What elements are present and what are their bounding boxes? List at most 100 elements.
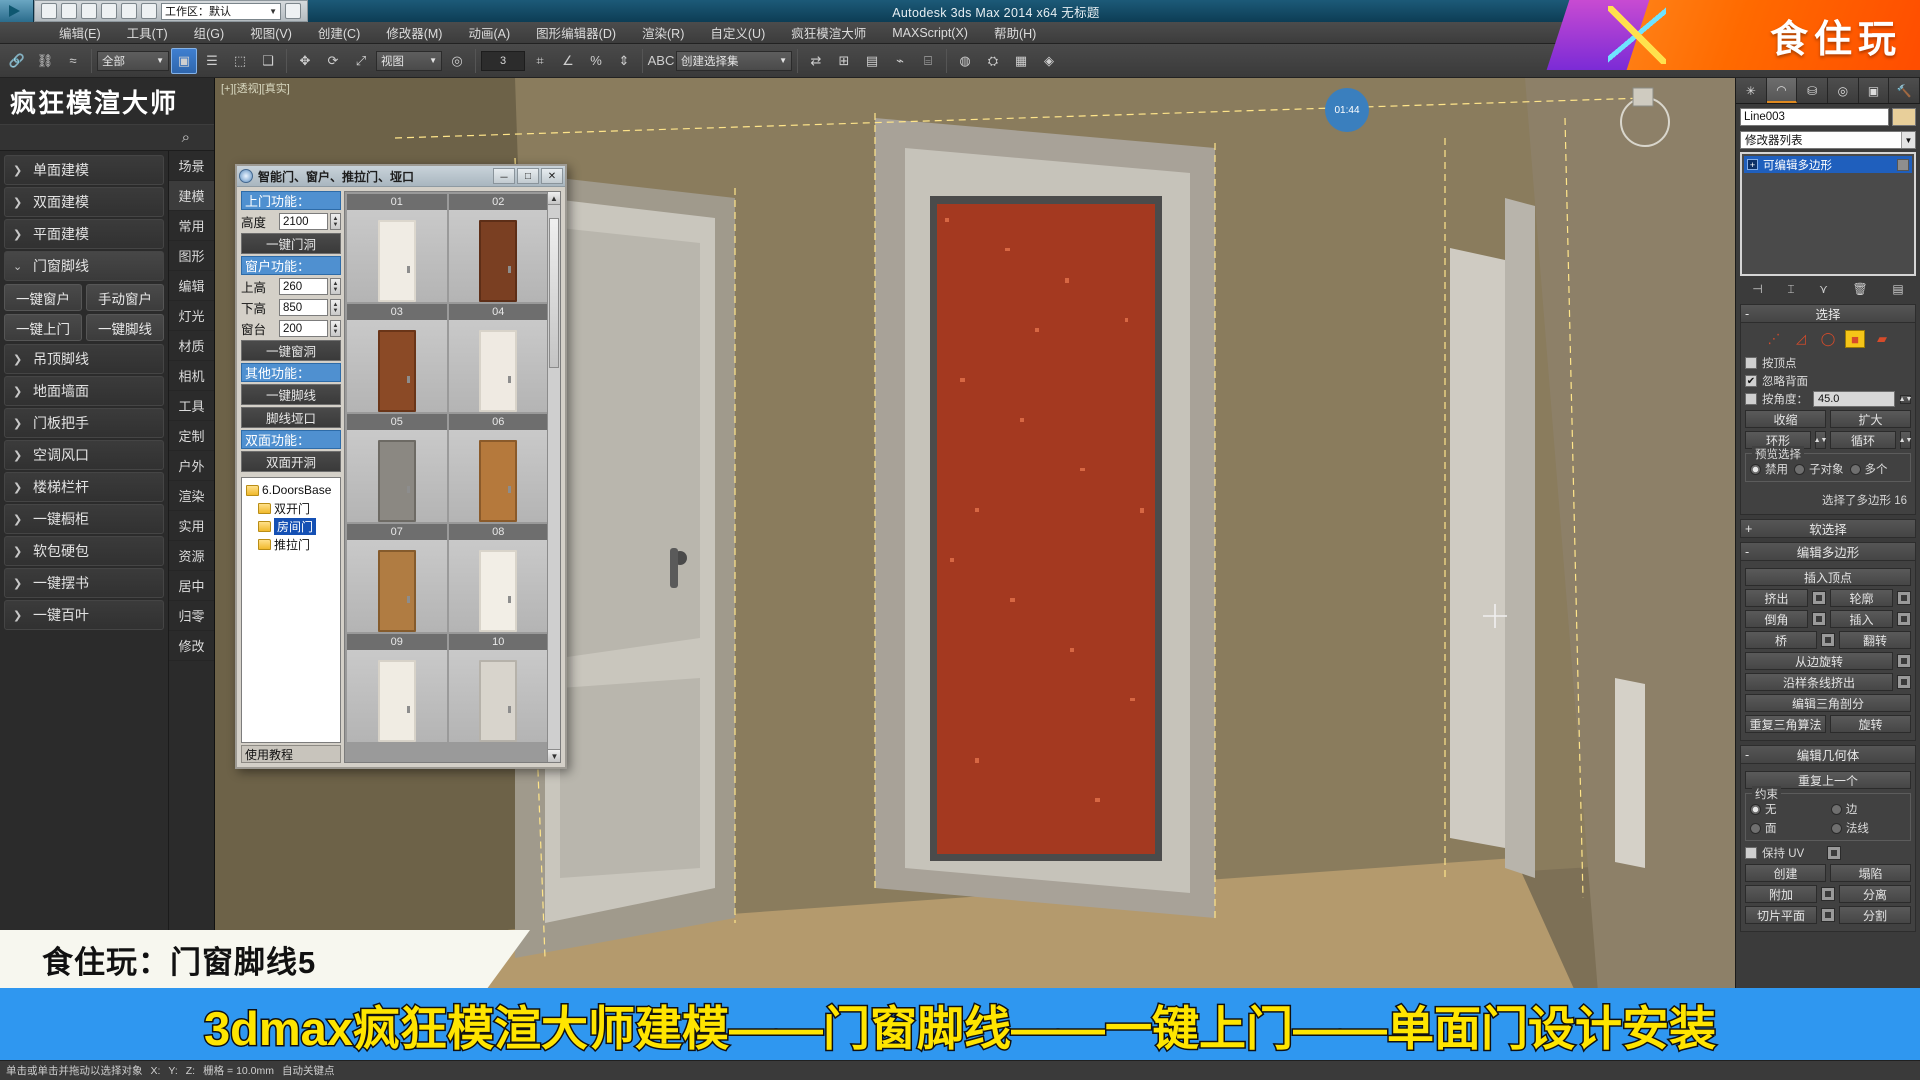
- door-category-tree[interactable]: 6.DoorsBase 双开门 房间门 推拉门: [241, 477, 341, 743]
- plugin-group-list[interactable]: ❯ 单面建模 ❯ 双面建模 ❯ 平面建模 ⌄ 门窗脚线 一键窗户 手动窗户 一键…: [0, 151, 168, 1063]
- split-button[interactable]: 分割: [1839, 906, 1911, 924]
- field-lower-height[interactable]: 下高 850 ▲ ▼: [241, 298, 341, 317]
- flip-button[interactable]: 翻转: [1839, 631, 1911, 649]
- spinner-icon[interactable]: ▲▼: [1899, 394, 1912, 404]
- open-file-icon[interactable]: [61, 3, 77, 19]
- button-one-click-door-hole[interactable]: 一键门洞: [241, 233, 341, 254]
- loop-spinner-icon[interactable]: ▲▼: [1899, 431, 1912, 449]
- insert-vertex-button[interactable]: 插入顶点: [1745, 568, 1911, 586]
- snap-toggle-icon[interactable]: ⌗: [527, 48, 553, 74]
- sidebar-category-tools[interactable]: 工具: [169, 391, 214, 421]
- checkbox-by-vertex[interactable]: 按顶点: [1745, 355, 1911, 371]
- menu-item-5[interactable]: 修改器(M): [373, 21, 455, 44]
- sidebar-group-double-face[interactable]: ❯ 双面建模: [4, 187, 164, 217]
- checkbox-box[interactable]: ✔: [1745, 375, 1757, 387]
- vertex-icon[interactable]: ⋰: [1764, 330, 1784, 348]
- checkbox-box[interactable]: [1745, 357, 1757, 369]
- make-unique-icon[interactable]: ⋎: [1819, 282, 1828, 296]
- create-tab[interactable]: ✳: [1736, 78, 1767, 103]
- menu-item-2[interactable]: 组(G): [181, 21, 238, 44]
- link-icon[interactable]: 🔗: [4, 48, 30, 74]
- save-file-icon[interactable]: [81, 3, 97, 19]
- edit-triangulation-button[interactable]: 编辑三角剖分: [1745, 694, 1911, 712]
- field-sill-height[interactable]: 窗台 200 ▲ ▼: [241, 319, 341, 338]
- spinner-icon[interactable]: ▲▼: [330, 213, 341, 230]
- sidebar-category-camera[interactable]: 相机: [169, 361, 214, 391]
- sidebar-category-modeling[interactable]: 建模: [169, 181, 214, 211]
- rollout-header-soft-selection[interactable]: + 软选择: [1740, 519, 1916, 538]
- menu-item-8[interactable]: 渲染(R): [629, 21, 697, 44]
- checkbox-preserve-uv[interactable]: 保持 UV: [1745, 845, 1911, 861]
- rollout-header-edit-geometry[interactable]: - 编辑几何体: [1740, 745, 1916, 764]
- radio-button[interactable]: [1750, 803, 1761, 815]
- render-production-icon[interactable]: ◈: [1036, 48, 1062, 74]
- sidebar-category-shape[interactable]: 图形: [169, 241, 214, 271]
- sidebar-group-ceiling[interactable]: ❯ 吊顶脚线: [4, 344, 164, 374]
- thumbnail-item[interactable]: 07: [347, 524, 447, 632]
- schematic-view-icon[interactable]: ⌸: [915, 48, 941, 74]
- door-height-input[interactable]: 2100: [279, 213, 328, 230]
- rect-select-icon[interactable]: ⬚: [227, 48, 253, 74]
- layer-manager-icon[interactable]: ▤: [859, 48, 885, 74]
- sidebar-category-center[interactable]: 居中: [169, 571, 214, 601]
- sidebar-group-cabinet[interactable]: ❯ 一键橱柜: [4, 504, 164, 534]
- menu-item-1[interactable]: 工具(T): [114, 21, 181, 44]
- configure-sets-icon[interactable]: ▤: [1892, 282, 1903, 296]
- spinner-icon[interactable]: ▲▼: [330, 320, 341, 337]
- thumbnail-item[interactable]: 08: [448, 524, 548, 632]
- slice-plane-button[interactable]: 切片平面: [1745, 906, 1817, 924]
- checkbox-box[interactable]: [1745, 847, 1757, 859]
- new-file-icon[interactable]: [41, 3, 57, 19]
- checkbox-by-angle[interactable]: 按角度： 45.0 ▲▼: [1745, 391, 1912, 407]
- radio-button[interactable]: [1750, 822, 1761, 834]
- dialog-titlebar[interactable]: 智能门、窗户、推拉门、垭口 － □ ✕: [237, 166, 565, 187]
- menu-item-6[interactable]: 动画(A): [455, 21, 523, 44]
- attach-button[interactable]: 附加: [1745, 885, 1817, 903]
- plugin-sidebar[interactable]: 疯狂模渲大师 ⌕ ❯ 单面建模 ❯ 双面建模 ❯ 平面建模 ⌄ 门窗脚线 一键窗…: [0, 78, 215, 1080]
- sidebar-category-reset[interactable]: 归零: [169, 601, 214, 631]
- project-folder-icon[interactable]: [141, 3, 157, 19]
- grow-button[interactable]: 扩大: [1830, 410, 1911, 428]
- align-icon[interactable]: ⊞: [831, 48, 857, 74]
- edge-icon[interactable]: ◿: [1791, 330, 1811, 348]
- redo-icon[interactable]: [121, 3, 137, 19]
- radio-constraint-none[interactable]: 无: [1750, 801, 1825, 817]
- expand-icon[interactable]: +: [1747, 159, 1758, 170]
- sidebar-category-material[interactable]: 材质: [169, 331, 214, 361]
- render-frame-icon[interactable]: ▦: [1008, 48, 1034, 74]
- sill-height-input[interactable]: 200: [279, 320, 328, 337]
- thumbnail-item[interactable]: 09: [347, 634, 447, 742]
- spinner-snap-icon[interactable]: ⇕: [611, 48, 637, 74]
- hinge-settings-icon[interactable]: [1897, 654, 1911, 668]
- plugin-search-row[interactable]: ⌕: [0, 124, 214, 151]
- select-move-icon[interactable]: ✥: [292, 48, 318, 74]
- upper-height-input[interactable]: 260: [279, 278, 328, 295]
- scroll-down-icon[interactable]: ▼: [548, 749, 560, 762]
- sidebar-group-plane[interactable]: ❯ 平面建模: [4, 219, 164, 249]
- create-button[interactable]: 创建: [1745, 864, 1826, 882]
- tree-node-doorsbase[interactable]: 6.DoorsBase: [244, 481, 338, 499]
- radio-preview-off[interactable]: 禁用: [1750, 461, 1788, 477]
- select-rotate-icon[interactable]: ⟳: [320, 48, 346, 74]
- checkbox-ignore-backfacing[interactable]: ✔ 忽略背面: [1745, 373, 1911, 389]
- loop-button[interactable]: 循环: [1830, 431, 1896, 449]
- display-tab[interactable]: ▣: [1858, 78, 1890, 103]
- sidebar-group-ac-vent[interactable]: ❯ 空调风口: [4, 440, 164, 470]
- percent-snap-icon[interactable]: %: [583, 48, 609, 74]
- dialog-controls-column[interactable]: 上门功能： 高度 2100 ▲ ▼ 一键门洞 窗户功能： 上高 260 ▲ ▼ 下高…: [241, 191, 341, 763]
- sidebar-category-utility[interactable]: 实用: [169, 511, 214, 541]
- select-scale-icon[interactable]: ⤢: [348, 48, 374, 74]
- polygon-icon[interactable]: ■: [1845, 330, 1865, 348]
- graph-editor-icon[interactable]: ⌁: [887, 48, 913, 74]
- detach-button[interactable]: 分离: [1839, 885, 1911, 903]
- menu-item-10[interactable]: 疯狂模渲大师: [778, 21, 879, 44]
- sidebar-category-render[interactable]: 渲染: [169, 481, 214, 511]
- turn-button[interactable]: 旋转: [1830, 715, 1911, 733]
- button-one-click-baseboard[interactable]: 一键脚线: [241, 384, 341, 405]
- radio-button[interactable]: [1794, 463, 1805, 475]
- button-double-side-hole[interactable]: 双面开洞: [241, 451, 341, 472]
- sidebar-category-resource[interactable]: 资源: [169, 541, 214, 571]
- retriangulate-button[interactable]: 重复三角算法: [1745, 715, 1826, 733]
- app-logo-icon[interactable]: [0, 0, 34, 22]
- modifier-stack-item-editable-poly[interactable]: + 可编辑多边形: [1744, 156, 1912, 173]
